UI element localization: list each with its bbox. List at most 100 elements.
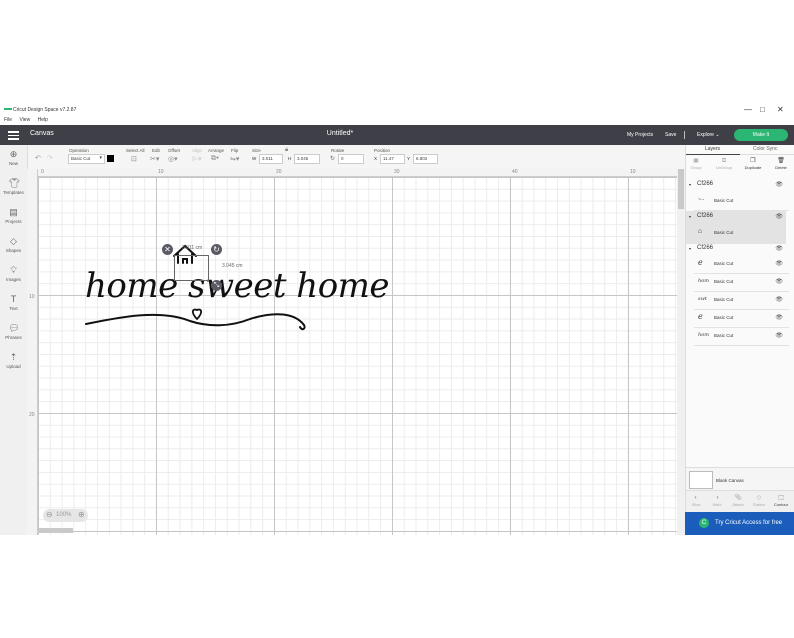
sidebar-item-shapes[interactable]: ◇ Shapes	[0, 236, 27, 253]
eye-icon[interactable]: 👁︎	[775, 245, 783, 252]
blank-canvas-swatch[interactable]	[689, 471, 713, 489]
sidebar-item-images[interactable]: 💡︎ Images	[0, 265, 27, 282]
contour-label: Contour	[773, 502, 789, 507]
sidebar-item-templates[interactable]: 👕︎ Templates	[0, 178, 27, 195]
horizontal-scrollbar[interactable]	[37, 527, 677, 535]
save-button[interactable]: Save	[665, 132, 676, 138]
selection-box[interactable]	[174, 255, 209, 281]
rotate-value: 0	[341, 156, 344, 161]
layer-row[interactable]: ~·- Basic Cut	[694, 193, 789, 211]
menu-help[interactable]: Help	[38, 117, 48, 123]
rotate-input[interactable]: 0	[338, 154, 364, 164]
duplicate-button[interactable]: ❐ Duplicate	[743, 157, 763, 170]
color-swatch[interactable]	[107, 155, 114, 162]
ungroup-button[interactable]: ⧉ UnGroup	[714, 157, 734, 170]
arrange-icon[interactable]: ⧉▾	[211, 155, 219, 163]
attach-icon: 📎︎	[734, 495, 742, 501]
sidebar-item-new[interactable]: ⊕ New	[0, 149, 27, 166]
slice-button[interactable]: ◐ Slice	[686, 494, 706, 507]
zoom-out-icon[interactable]: ⊖	[46, 510, 53, 519]
chevron-down-icon[interactable]: ▾	[689, 246, 691, 251]
undo-icon[interactable]: ↶	[35, 154, 41, 162]
scrollbar-thumb[interactable]	[678, 169, 684, 209]
operation-select[interactable]: Basic Cut ▾	[68, 154, 105, 164]
layer-group[interactable]: ▾ Cf266 👁︎	[686, 243, 789, 257]
sidebar-item-text[interactable]: T Text	[0, 294, 27, 311]
align-icon[interactable]: ⊫▾	[192, 155, 202, 163]
hamburger-menu-icon[interactable]	[8, 131, 19, 140]
canvas-phrase-text[interactable]: home sweet home	[85, 266, 390, 306]
attach-button[interactable]: 📎︎ Attach	[728, 494, 748, 507]
my-projects-link[interactable]: My Projects	[627, 132, 653, 138]
edit-toolbar: ↶ ↷ Operation Basic Cut ▾ Select All ⊡ E…	[27, 145, 685, 170]
layer-row[interactable]: hom Basic Cut 👁︎	[694, 274, 789, 292]
layer-row[interactable]: hom Basic Cut 👁︎	[694, 328, 789, 346]
layer-group[interactable]: ▾ Cf266 👁︎	[686, 211, 789, 225]
redo-icon[interactable]: ↷	[47, 154, 53, 162]
vertical-scrollbar[interactable]	[677, 169, 685, 535]
layer-row[interactable]: e Basic Cut 👁︎	[694, 256, 789, 274]
eye-icon[interactable]: 👁︎	[775, 314, 783, 321]
tab-color-sync[interactable]: Color Sync	[740, 145, 794, 155]
close-window-button[interactable]: ✕	[777, 105, 784, 114]
layer-row[interactable]: ⌂ Basic Cut	[694, 225, 789, 242]
flatten-button[interactable]: ◇ Flatten	[749, 494, 769, 507]
delete-handle-icon[interactable]: ✕	[162, 244, 173, 255]
layer-name: Basic Cut	[714, 315, 734, 320]
layer-thumbnail: e	[698, 258, 703, 267]
scissors-icon[interactable]: ✂▾	[150, 155, 159, 163]
projects-icon: ▤	[9, 207, 18, 217]
resize-handle-icon[interactable]: ⤡	[211, 280, 222, 291]
document-title[interactable]: Untitled*	[320, 130, 360, 137]
width-input[interactable]: 3.011	[259, 154, 283, 164]
delete-button[interactable]: 🗑︎ Delete	[771, 157, 791, 170]
app-header: Canvas Untitled* My Projects Save Explor…	[0, 125, 794, 145]
eye-icon[interactable]: 👁︎	[775, 332, 783, 339]
sidebar-item-phrases[interactable]: 💬︎ Phrases	[0, 323, 27, 340]
layer-thumbnail: e	[698, 312, 703, 321]
sidebar-item-upload[interactable]: ⇡ Upload	[0, 352, 27, 369]
eye-icon[interactable]: 👁︎	[775, 181, 783, 188]
chevron-down-icon: ⌄	[715, 132, 720, 138]
heart-shape[interactable]	[191, 308, 203, 321]
layer-row[interactable]: e Basic Cut 👁︎	[694, 310, 789, 328]
eye-icon[interactable]: 👁︎	[775, 296, 783, 303]
tab-layers[interactable]: Layers	[686, 145, 740, 155]
scrollbar-thumb[interactable]	[37, 528, 73, 533]
y-position-input[interactable]: 6.802	[413, 154, 438, 164]
chevron-down-icon: ▾	[99, 155, 102, 161]
eye-icon[interactable]: 👁︎	[775, 260, 783, 267]
height-input[interactable]: 3.045	[294, 154, 320, 164]
x-position-value: 11.47	[383, 156, 394, 161]
minimize-button[interactable]: —	[744, 105, 752, 114]
chevron-down-icon[interactable]: ▾	[689, 182, 691, 187]
ruler-label: 10	[630, 169, 636, 175]
sidebar-item-projects[interactable]: ▤ Projects	[0, 207, 27, 224]
eye-icon[interactable]: 👁︎	[775, 278, 783, 285]
make-it-button[interactable]: Make It	[734, 129, 788, 141]
menu-file[interactable]: File	[4, 117, 12, 123]
explore-dropdown[interactable]: Explore ⌄	[697, 132, 720, 138]
rotate-handle-icon[interactable]: ↻	[211, 244, 222, 255]
group-name: Cf266	[697, 181, 714, 187]
group-name: Cf266	[697, 245, 714, 251]
zoom-in-icon[interactable]: ⊕	[78, 510, 85, 519]
layer-row[interactable]: swt Basic Cut 👁︎	[694, 292, 789, 310]
x-position-input[interactable]: 11.47	[380, 154, 405, 164]
layer-group[interactable]: ▾ Cf266 👁︎	[686, 179, 789, 193]
menu-view[interactable]: View	[19, 117, 30, 123]
offset-icon[interactable]: ◎▾	[168, 155, 178, 163]
cricut-access-banner[interactable]: C Try Cricut Access for free	[685, 512, 794, 535]
lock-icon[interactable]: 🔒︎	[285, 147, 288, 154]
group-button[interactable]: ▣ Group	[686, 157, 706, 170]
flip-icon[interactable]: ⇋▾	[230, 155, 239, 163]
select-all-icon[interactable]: ⊡	[131, 155, 137, 163]
contour-button[interactable]: ⬚ Contour	[771, 494, 791, 507]
tab-layers-label: Layers	[705, 146, 721, 152]
weld-label: Weld	[712, 502, 722, 507]
weld-button[interactable]: ◑ Weld	[707, 494, 727, 507]
chevron-down-icon[interactable]: ▾	[689, 214, 691, 219]
maximize-button[interactable]: □	[760, 105, 765, 114]
eye-icon[interactable]: 👁︎	[775, 213, 783, 220]
position-label: Position	[374, 148, 391, 153]
